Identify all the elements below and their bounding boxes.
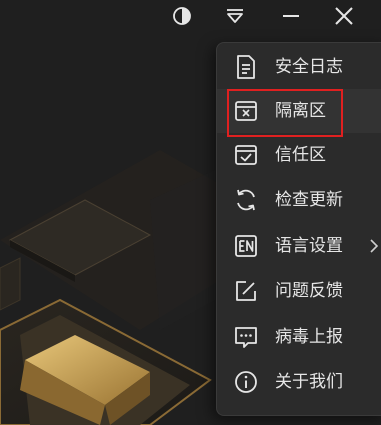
minimize-icon [283, 15, 299, 17]
title-bar [0, 0, 381, 34]
menu-item-label: 病毒上报 [275, 327, 343, 347]
menu-item-virus-report[interactable]: 病毒上报 [217, 315, 381, 359]
menu-item-label: 隔离区 [275, 101, 326, 121]
menu-item-quarantine[interactable]: 隔离区 [217, 89, 381, 133]
close-button[interactable] [329, 2, 359, 30]
menu-item-feedback[interactable]: 问题反馈 [217, 269, 381, 313]
theme-toggle-button[interactable] [167, 2, 197, 30]
minimize-button[interactable] [276, 2, 306, 30]
menu-dropdown-button[interactable] [220, 2, 250, 30]
feedback-edit-icon [236, 281, 256, 301]
menu-item-security-log[interactable]: 安全日志 [217, 45, 381, 89]
menu-item-label: 安全日志 [275, 57, 343, 77]
menu-item-label: 问题反馈 [275, 281, 343, 301]
menu-item-label: 信任区 [275, 145, 326, 165]
menu-item-label: 检查更新 [275, 190, 343, 210]
menu-dropdown-icon [227, 9, 243, 23]
info-icon [235, 371, 257, 393]
close-icon [335, 7, 353, 25]
menu-item-trust-zone[interactable]: 信任区 [217, 133, 381, 177]
chat-report-icon [235, 327, 257, 348]
menu-item-check-update[interactable]: 检查更新 [217, 178, 381, 222]
menu-item-language[interactable]: 语言设置 [217, 224, 381, 268]
half-circle-icon [173, 7, 191, 25]
refresh-icon [237, 189, 255, 211]
quarantine-icon [235, 101, 257, 121]
document-icon [237, 55, 255, 79]
menu-item-label: 关于我们 [275, 372, 343, 392]
menu-item-about[interactable]: 关于我们 [217, 360, 381, 404]
trust-check-icon [235, 145, 257, 165]
menu-item-label: 语言设置 [275, 236, 343, 256]
main-dropdown-menu: 安全日志 隔离区 信任区 检查更新 语言设置 问题反馈 病毒上报 关于我们 [216, 42, 381, 416]
language-en-icon [235, 235, 257, 257]
chevron-right-icon [370, 239, 379, 253]
